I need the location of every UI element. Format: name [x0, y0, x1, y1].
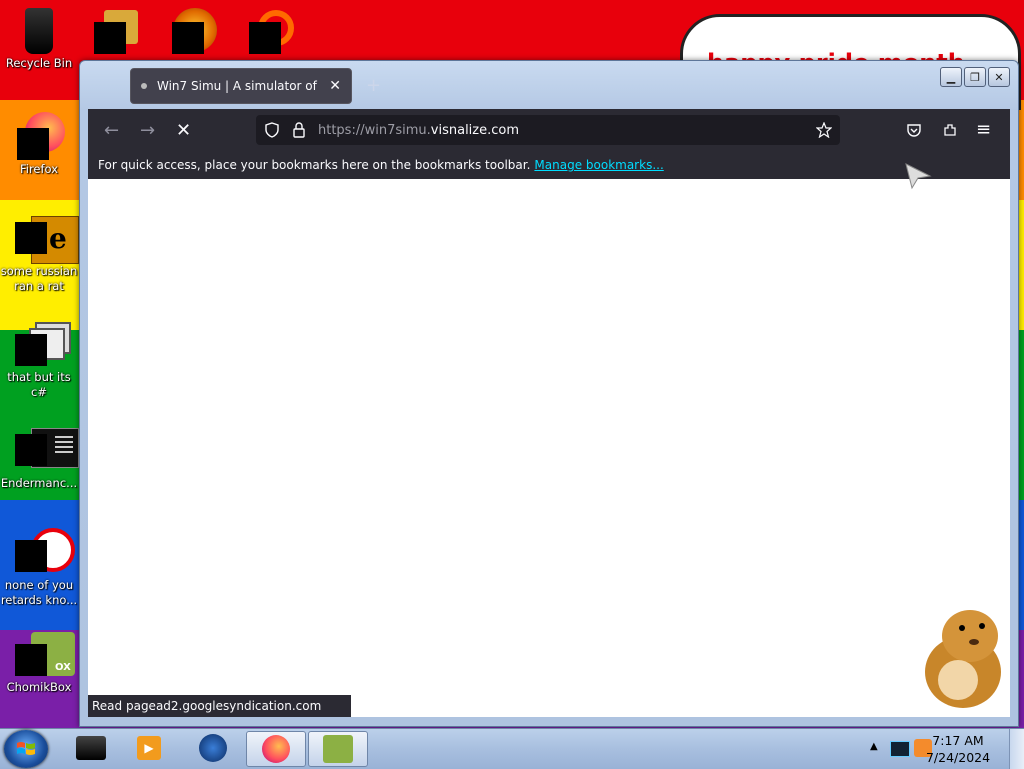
- page-content[interactable]: [88, 179, 1010, 717]
- desktop-icon-label: that but its c#: [7, 370, 71, 399]
- taskbar-chomikbox[interactable]: [308, 731, 368, 767]
- bookmarks-hint: For quick access, place your bookmarks h…: [98, 158, 531, 172]
- desktop-icon-label: some russian ran a rat: [0, 264, 78, 293]
- lock-icon[interactable]: [292, 122, 306, 138]
- globe-icon: [199, 734, 227, 762]
- browser-window[interactable]: ▁ ❐ ✕ Win7 Simu | A simulator of Windows…: [79, 60, 1019, 727]
- desktop-icon-none-of-you[interactable]: none of you retards kno...: [0, 528, 78, 608]
- browser-toolbar: ← → ✕ https://win7simu. visnalize.com ≡ F…: [88, 109, 1010, 179]
- bookmarks-toolbar: For quick access, place your bookmarks h…: [88, 151, 1010, 179]
- stack-icon: [15, 320, 71, 368]
- app-icon: [76, 736, 106, 760]
- firefox-icon: [15, 112, 65, 160]
- status-bar: Read pagead2.googlesyndication.com: [88, 695, 351, 717]
- desktop-icon-endermanch[interactable]: Endermanc...: [0, 426, 79, 491]
- desktop-icon-label: none of you retards kno...: [0, 578, 78, 607]
- bookmark-star-icon[interactable]: [816, 122, 832, 138]
- new-tab-button[interactable]: +: [366, 75, 381, 96]
- tray-arrow-icon[interactable]: ▲: [870, 741, 878, 752]
- desktop-icon-russian[interactable]: e some russian ran a rat: [0, 214, 79, 294]
- taskbar-media-player[interactable]: ▶: [120, 731, 178, 765]
- desktop-icon-label: Firefox: [19, 162, 59, 176]
- start-button[interactable]: [4, 730, 48, 768]
- clock[interactable]: 7:17 AM 7/24/2024: [918, 732, 998, 766]
- taskbar-app-3[interactable]: [184, 731, 242, 765]
- desktop-icon-label: Endermanc...: [0, 476, 78, 490]
- tab-favicon-icon: [141, 83, 147, 89]
- taskbar-app-1[interactable]: [62, 731, 120, 765]
- show-desktop-button[interactable]: [1009, 729, 1024, 769]
- desktop-icon-firefox[interactable]: Firefox: [0, 112, 78, 177]
- mask-box: [94, 22, 126, 54]
- chomikbox-icon: OX: [15, 630, 75, 678]
- taskbar: ▶ ▲ 7:17 AM 7/24/2024: [0, 728, 1024, 769]
- mask-box: [172, 22, 204, 54]
- tab-title: Win7 Simu | A simulator of Windows 7: [157, 79, 321, 93]
- desktop-icon-chomikbox[interactable]: OX ChomikBox: [0, 630, 78, 695]
- desktop-icon-label: ChomikBox: [6, 680, 72, 694]
- minimize-button[interactable]: ▁: [940, 67, 962, 87]
- manage-bookmarks-link[interactable]: Manage bookmarks...: [534, 158, 663, 172]
- mask-box: [249, 22, 281, 54]
- desktop-icon-label: Recycle Bin: [5, 56, 73, 70]
- url-domain: visnalize.com: [430, 122, 520, 138]
- tab-win7simu[interactable]: Win7 Simu | A simulator of Windows 7 ✕: [130, 68, 352, 104]
- desktop-icon-csharp[interactable]: that but its c#: [0, 320, 78, 400]
- window-controls: ▁ ❐ ✕: [940, 67, 1010, 87]
- stop-loading-icon[interactable]: ✕: [176, 120, 191, 141]
- hamster-mascot-icon: [925, 610, 1001, 708]
- nav-bar: ← → ✕ https://win7simu. visnalize.com ≡: [88, 109, 1010, 151]
- back-arrow-icon[interactable]: ←: [104, 120, 119, 141]
- tab-close-icon[interactable]: ✕: [329, 78, 341, 94]
- cursor-icon: [905, 163, 932, 190]
- firefox-icon: [262, 735, 290, 763]
- recycle-bin-icon: [15, 6, 63, 54]
- close-button[interactable]: ✕: [988, 67, 1010, 87]
- clock-time: 7:17 AM: [932, 733, 984, 748]
- pocket-icon[interactable]: [906, 122, 922, 138]
- desktop-icon-recycle-bin[interactable]: Recycle Bin: [0, 6, 78, 71]
- taskbar-firefox[interactable]: [246, 731, 306, 767]
- window-icon: [15, 426, 79, 474]
- menu-icon[interactable]: ≡: [976, 119, 991, 140]
- url-prefix: https://win7simu.: [318, 122, 431, 138]
- extensions-icon[interactable]: [942, 122, 958, 138]
- network-icon[interactable]: [890, 741, 910, 757]
- windows-logo-icon: [17, 742, 35, 755]
- app-icon: e: [15, 214, 79, 264]
- url-bar[interactable]: https://win7simu. visnalize.com: [256, 115, 840, 145]
- chomikbox-icon: [323, 735, 353, 763]
- play-icon: ▶: [137, 736, 161, 760]
- app-icon: [15, 528, 75, 576]
- clock-date: 7/24/2024: [925, 750, 991, 765]
- shield-icon[interactable]: [264, 122, 280, 138]
- maximize-button[interactable]: ❐: [964, 67, 986, 87]
- forward-arrow-icon[interactable]: →: [140, 120, 155, 141]
